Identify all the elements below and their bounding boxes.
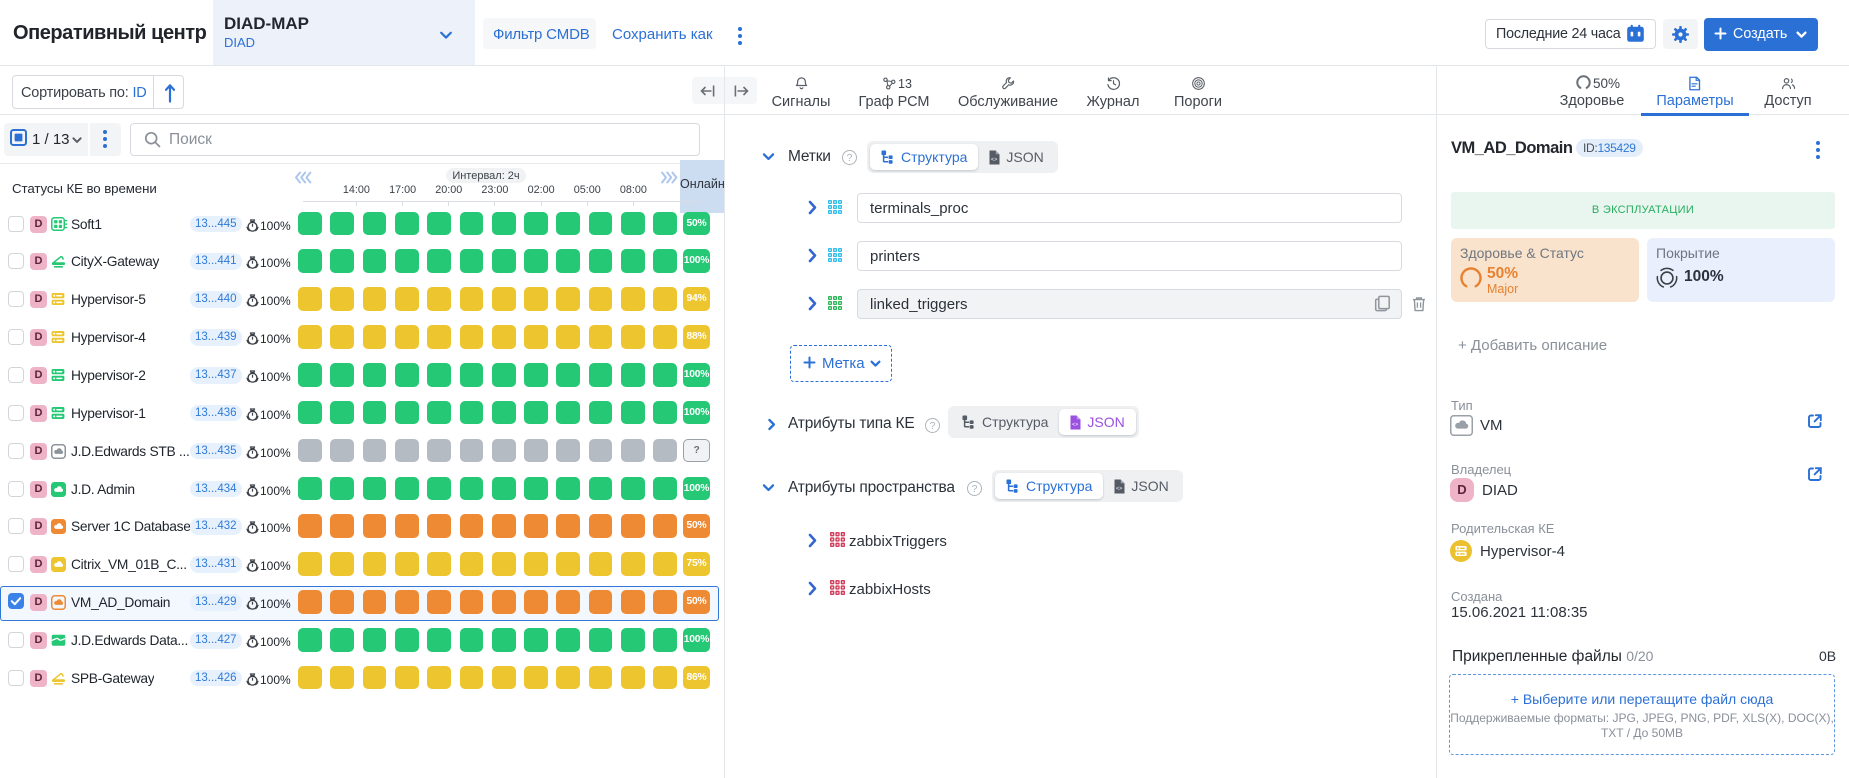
- svg-text:<>: <>: [1072, 422, 1078, 428]
- svg-text:<>: <>: [991, 157, 997, 163]
- svg-text:<>: <>: [1116, 486, 1122, 492]
